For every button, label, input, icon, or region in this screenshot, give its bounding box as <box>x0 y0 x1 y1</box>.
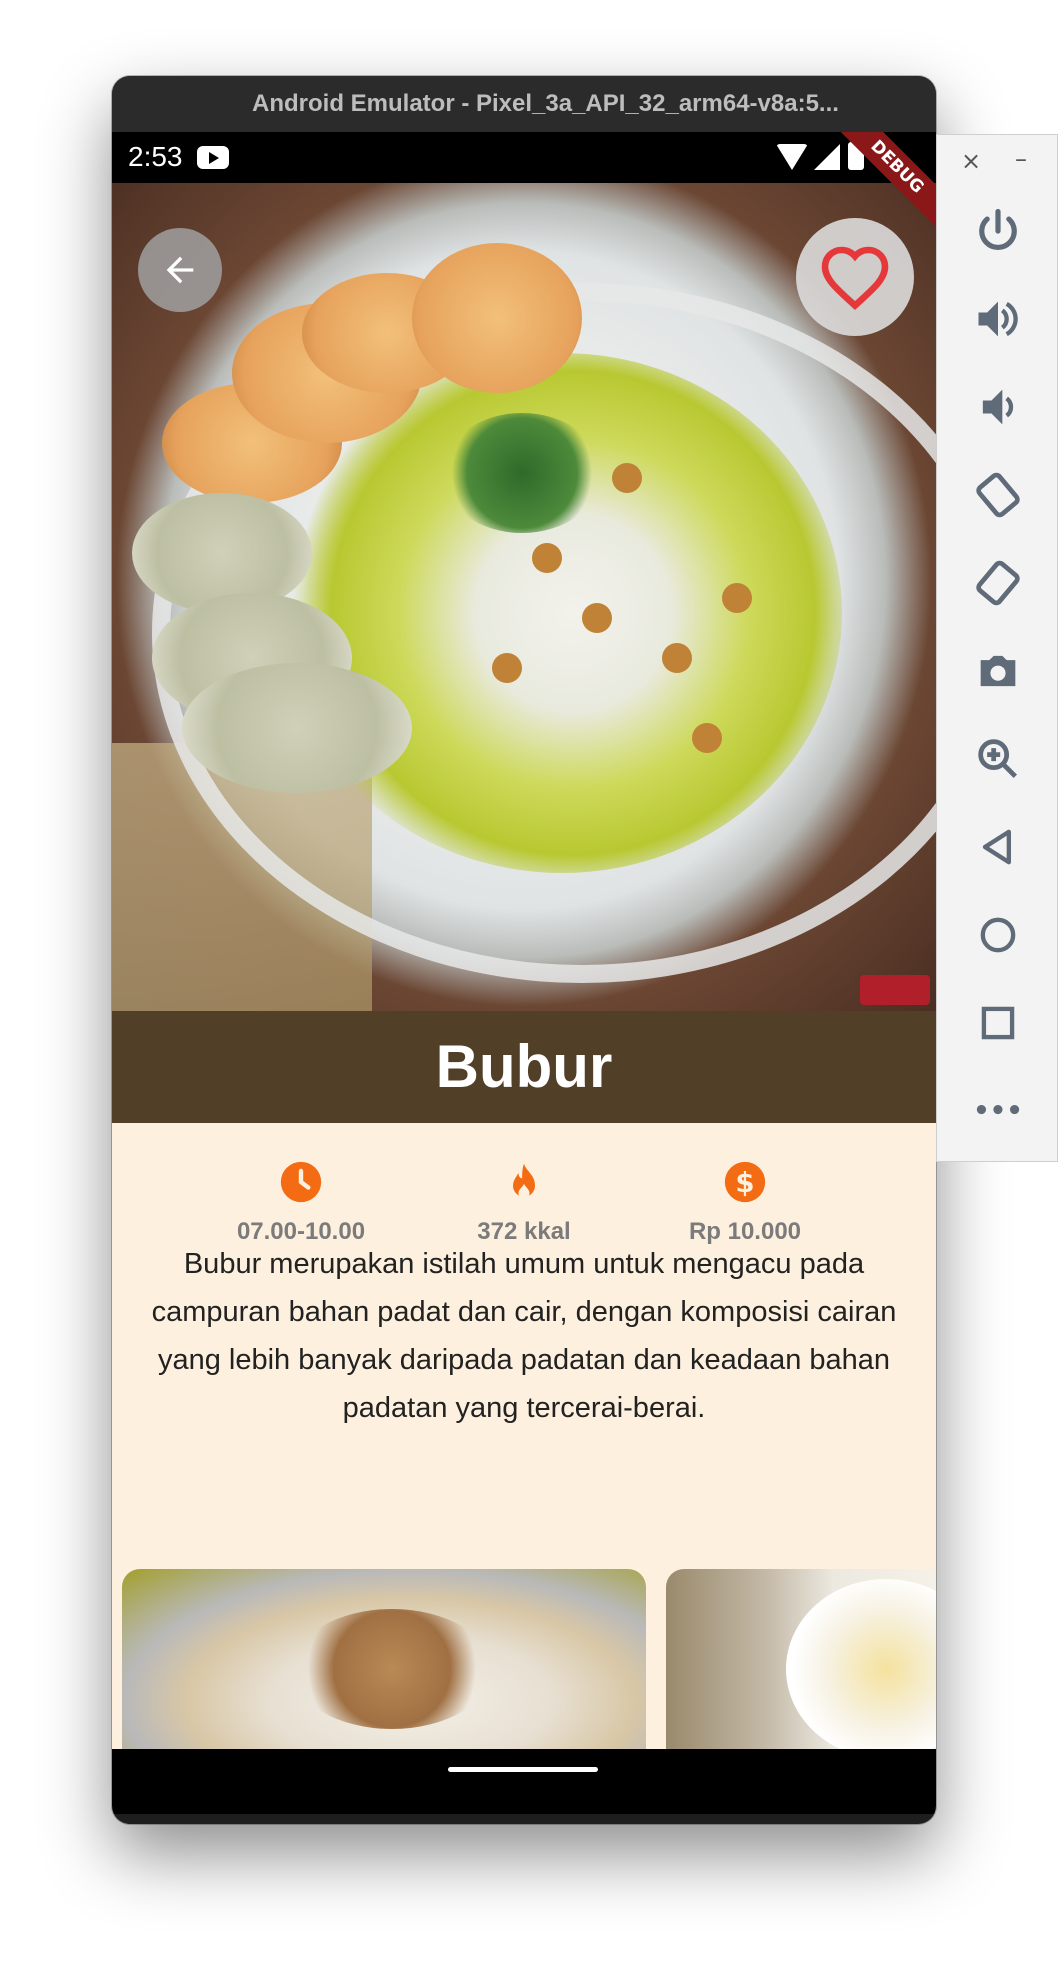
stat-price: $ Rp 10.000 <box>635 1160 855 1246</box>
device-screen: 2:53 DEBUG Bubur 07.00-10.00 372 kkal $ … <box>112 132 936 1814</box>
wifi-icon <box>776 144 808 170</box>
clock-icon <box>279 1160 323 1204</box>
gallery-image[interactable] <box>122 1569 646 1749</box>
photo-peanut <box>582 603 612 633</box>
rotate-left-icon[interactable] <box>972 469 1024 521</box>
volume-up-icon[interactable] <box>972 293 1024 345</box>
signal-icon <box>814 144 840 170</box>
photo-garnish <box>442 413 602 533</box>
photo-bowl <box>786 1579 936 1749</box>
home-icon[interactable] <box>972 909 1024 961</box>
image-gallery[interactable] <box>112 1569 936 1749</box>
volume-down-icon[interactable] <box>972 381 1024 433</box>
navigation-bar <box>112 1749 936 1814</box>
youtube-icon <box>197 146 229 169</box>
dollar-icon: $ <box>723 1160 767 1204</box>
photo-peanut <box>532 543 562 573</box>
fire-icon <box>502 1160 546 1204</box>
home-gesture-handle[interactable] <box>448 1767 598 1772</box>
more-icon[interactable]: ••• <box>972 1085 1024 1137</box>
photo-peanut <box>722 583 752 613</box>
food-stats: 07.00-10.00 372 kkal $ Rp 10.000 <box>112 1160 936 1250</box>
photo-cracker <box>412 243 582 393</box>
photo-peanut <box>492 653 522 683</box>
back-icon[interactable] <box>972 821 1024 873</box>
photo-topping <box>292 1609 492 1729</box>
minimize-icon[interactable]: – <box>1015 145 1027 173</box>
food-title: Bubur <box>112 1011 936 1123</box>
arrow-left-icon <box>166 256 194 284</box>
stat-time: 07.00-10.00 <box>191 1160 411 1246</box>
photo-peanut <box>662 643 692 673</box>
power-icon[interactable] <box>972 205 1024 257</box>
overview-icon[interactable] <box>972 997 1024 1049</box>
status-bar: 2:53 <box>112 132 936 183</box>
close-icon[interactable]: × <box>961 147 981 175</box>
camera-icon[interactable] <box>972 645 1024 697</box>
emulator-side-toolbar: × – ••• <box>936 134 1058 1162</box>
window-title: Android Emulator - Pixel_3a_API_32_arm64… <box>112 76 936 132</box>
toolbar-header: × – <box>937 135 1057 189</box>
favorite-button[interactable] <box>796 218 914 336</box>
photo-watermark <box>860 975 930 1005</box>
zoom-icon[interactable] <box>972 733 1024 785</box>
heart-icon <box>821 246 889 310</box>
photo-peanut <box>612 463 642 493</box>
back-button[interactable] <box>138 228 222 312</box>
photo-peanut <box>692 723 722 753</box>
emulator-window: Android Emulator - Pixel_3a_API_32_arm64… <box>112 76 936 1824</box>
gallery-image[interactable] <box>666 1569 936 1749</box>
svg-text:$: $ <box>735 1167 754 1199</box>
stat-calories: 372 kkal <box>414 1160 634 1246</box>
photo-egg <box>182 663 412 793</box>
food-description: Bubur merupakan istilah umum untuk menga… <box>151 1248 897 1424</box>
status-time: 2:53 <box>128 141 183 172</box>
rotate-right-icon[interactable] <box>972 557 1024 609</box>
